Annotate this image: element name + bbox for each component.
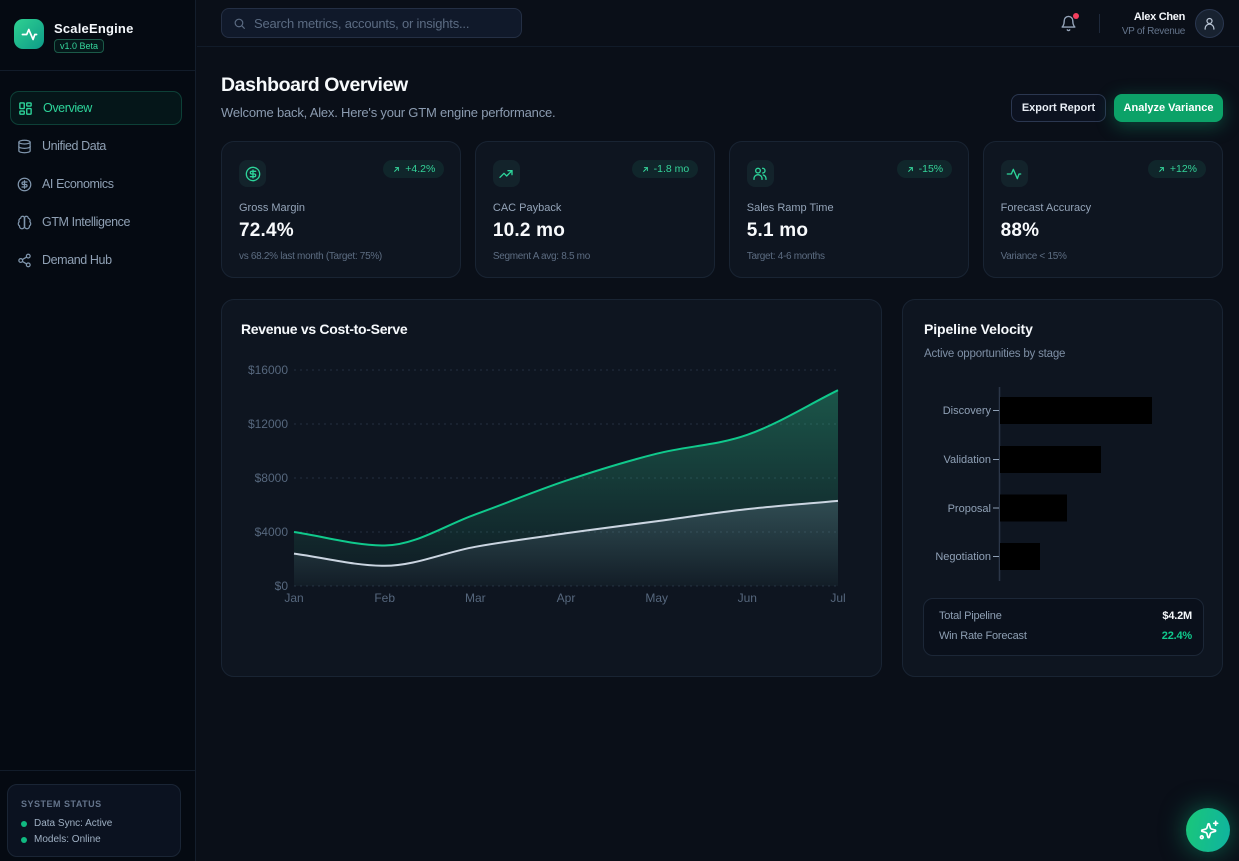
svg-text:Apr: Apr — [557, 591, 576, 605]
svg-text:$12000: $12000 — [248, 417, 288, 431]
svg-text:$8000: $8000 — [255, 471, 289, 485]
svg-text:$16000: $16000 — [248, 363, 288, 377]
svg-text:Negotiation: Negotiation — [935, 551, 991, 563]
svg-text:Jul: Jul — [830, 591, 845, 605]
svg-text:Proposal: Proposal — [948, 503, 991, 515]
svg-text:Discovery: Discovery — [943, 405, 992, 417]
svg-text:Validation: Validation — [944, 454, 992, 466]
svg-text:May: May — [645, 591, 668, 605]
svg-text:$4000: $4000 — [255, 525, 289, 539]
svg-text:Jan: Jan — [284, 591, 303, 605]
svg-text:Mar: Mar — [465, 591, 486, 605]
svg-text:Jun: Jun — [738, 591, 757, 605]
svg-text:Feb: Feb — [374, 591, 395, 605]
